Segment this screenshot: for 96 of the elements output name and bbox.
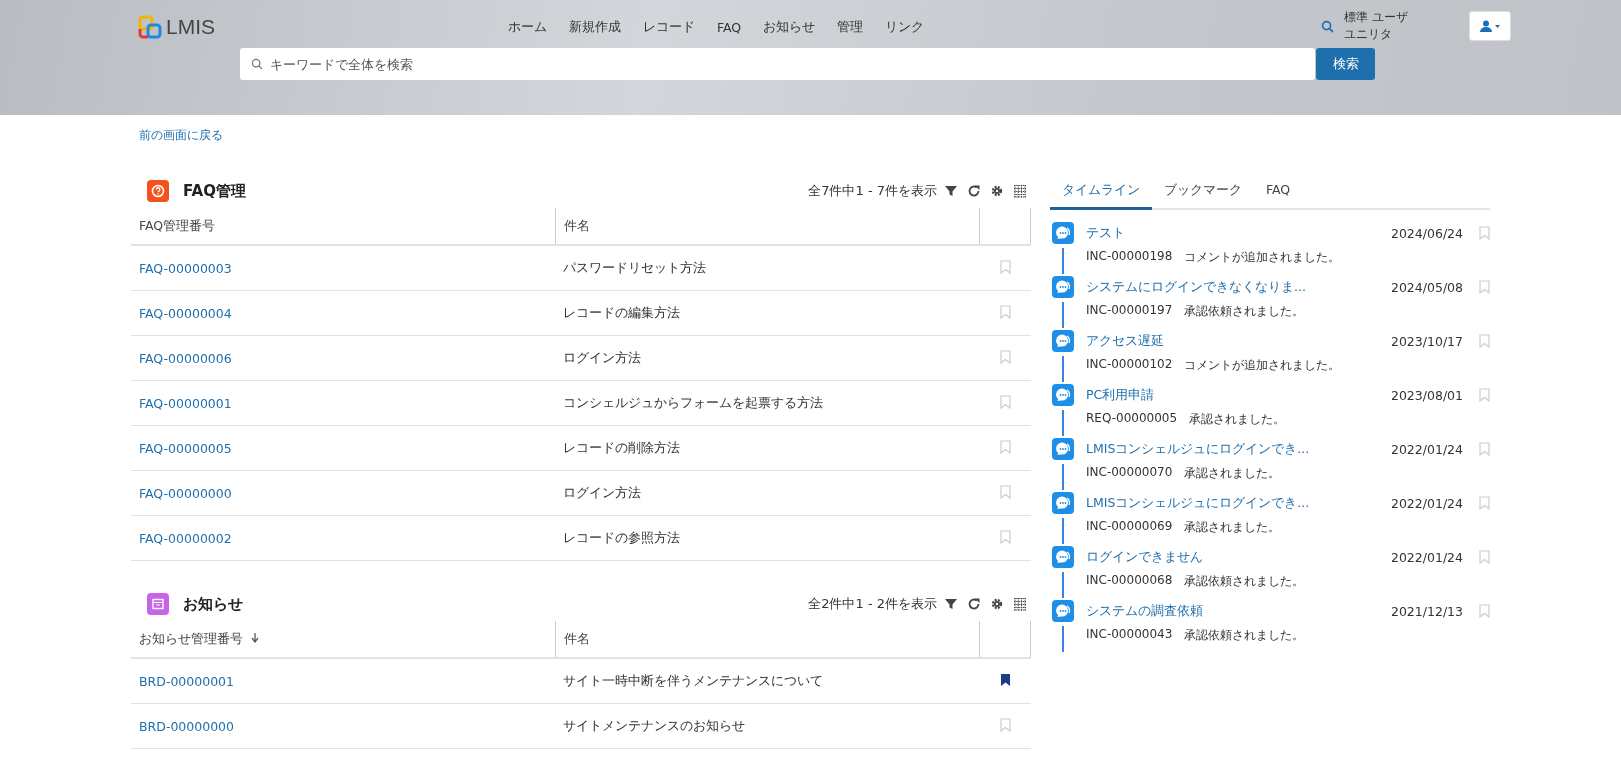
chat-icon (1052, 276, 1074, 298)
user-company: ユニリタ (1344, 26, 1393, 43)
record-number: INC-00000068 (1086, 573, 1173, 589)
nav-link[interactable]: レコード (643, 18, 695, 36)
logo-icon (138, 15, 162, 39)
timeline-date: 2022/01/24 (1390, 441, 1463, 457)
columns-icon[interactable] (1013, 184, 1027, 198)
record-number: INC-00000102 (1086, 357, 1173, 373)
nav-link[interactable]: 新規作成 (569, 18, 621, 36)
record-number: REQ-00000005 (1086, 411, 1178, 427)
record-link[interactable]: FAQ-00000003 (139, 260, 232, 276)
record-link[interactable]: FAQ-00000002 (139, 530, 232, 546)
timeline-message: 承認依頼されました。 (1184, 303, 1305, 320)
timeline-date: 2022/01/24 (1390, 495, 1463, 511)
tab[interactable]: FAQ (1254, 174, 1303, 210)
nav-link[interactable]: 管理 (837, 18, 864, 36)
record-count: 全7件中1 - 7件を表示 (808, 182, 937, 200)
tab[interactable]: ブックマーク (1152, 174, 1254, 210)
timeline-link[interactable]: システムの調査依頼 (1086, 602, 1391, 620)
table-cell: レコードの削除方法 (555, 425, 980, 471)
filter-icon[interactable] (944, 597, 958, 611)
chat-icon (1052, 222, 1074, 244)
record-link[interactable]: FAQ-00000004 (139, 305, 232, 321)
chat-icon (1052, 600, 1074, 622)
column-header[interactable]: FAQ管理番号 (131, 208, 556, 245)
column-header[interactable]: 件名 (555, 208, 980, 245)
timeline-date: 2023/10/17 (1390, 333, 1463, 349)
record-number: INC-00000198 (1086, 249, 1173, 265)
timeline-link[interactable]: アクセス遅延 (1086, 332, 1391, 350)
timeline-link[interactable]: PC利用申請 (1086, 386, 1391, 404)
filter-icon[interactable] (944, 184, 958, 198)
timeline-date: 2023/08/01 (1390, 387, 1463, 403)
timeline-link[interactable]: LMISコンシェルジュにログインでき... (1086, 494, 1391, 512)
record-link[interactable]: FAQ-00000000 (139, 485, 232, 501)
nav-link[interactable]: ホーム (508, 18, 547, 36)
timeline-message: 承認依頼されました。 (1184, 627, 1305, 644)
user-role: 標準 ユーザ (1344, 9, 1409, 26)
chat-icon (1052, 330, 1074, 352)
timeline-date: 2024/06/24 (1390, 225, 1463, 241)
refresh-icon[interactable] (967, 597, 981, 611)
chat-icon (1052, 384, 1074, 406)
record-link[interactable]: BRD-00000001 (139, 673, 235, 689)
search-icon[interactable] (1321, 19, 1334, 33)
chat-icon (1052, 546, 1074, 568)
settings-icon[interactable] (990, 597, 1004, 611)
record-link[interactable]: FAQ-00000005 (139, 440, 232, 456)
table-cell: ログイン方法 (555, 335, 980, 381)
column-header[interactable]: お知らせ管理番号 (131, 621, 556, 658)
timeline-message: 承認されました。 (1184, 519, 1281, 536)
timeline-message: 承認されました。 (1184, 465, 1281, 482)
record-count: 全2件中1 - 2件を表示 (808, 595, 937, 613)
timeline-link[interactable]: システムにログインできなくなりま... (1086, 278, 1391, 296)
timeline-message: 承認依頼されました。 (1184, 573, 1305, 590)
table-cell: レコードの参照方法 (555, 515, 980, 561)
record-number: INC-00000197 (1086, 303, 1173, 319)
timeline-message: 承認されました。 (1189, 411, 1286, 428)
timeline-date: 2024/05/08 (1390, 279, 1463, 295)
table-cell: パスワードリセット方法 (555, 245, 980, 291)
bookmark-icon[interactable] (999, 672, 1011, 687)
chat-icon (1052, 492, 1074, 514)
record-number: INC-00000043 (1086, 627, 1173, 643)
table-cell: サイトメンテナンスのお知らせ (555, 703, 980, 749)
record-link[interactable]: BRD-00000000 (139, 718, 235, 734)
timeline-date: 2021/12/13 (1390, 603, 1463, 619)
user-menu-button[interactable] (1469, 11, 1511, 41)
timeline-message: コメントが追加されました。 (1184, 249, 1341, 266)
logo-text: LMIS (166, 15, 215, 39)
record-number: INC-00000070 (1086, 465, 1173, 481)
back-link[interactable]: 前の画面に戻る (139, 127, 223, 144)
chat-icon (1052, 438, 1074, 460)
nav-link[interactable]: お知らせ (763, 18, 816, 36)
search-button[interactable]: 検索 (1316, 48, 1375, 80)
refresh-icon[interactable] (967, 184, 981, 198)
record-number: INC-00000069 (1086, 519, 1173, 535)
table-cell: サイト一時中断を伴うメンテナンスについて (555, 658, 980, 704)
search-field[interactable]: キーワードで全体を検索 (240, 48, 1315, 80)
timeline-date: 2022/01/24 (1390, 549, 1463, 565)
timeline-link[interactable]: テスト (1086, 224, 1391, 242)
table-cell: ログイン方法 (555, 470, 980, 516)
section-title: FAQ管理 (183, 181, 246, 201)
timeline-link[interactable]: ログインできません (1086, 548, 1391, 566)
timeline-link[interactable]: LMISコンシェルジュにログインでき... (1086, 440, 1391, 458)
timeline-message: コメントが追加されました。 (1184, 357, 1341, 374)
record-link[interactable]: FAQ-00000001 (139, 395, 232, 411)
record-link[interactable]: FAQ-00000006 (139, 350, 232, 366)
column-header[interactable]: 件名 (555, 621, 980, 658)
settings-icon[interactable] (990, 184, 1004, 198)
columns-icon[interactable] (1013, 597, 1027, 611)
table-cell: コンシェルジュからフォームを起票する方法 (555, 380, 980, 426)
tab[interactable]: タイムライン (1050, 174, 1152, 210)
nav-link[interactable]: FAQ (717, 19, 742, 35)
table-cell: レコードの編集方法 (555, 290, 980, 336)
section-title: お知らせ (183, 594, 243, 614)
search-icon (251, 58, 263, 70)
user-icon (1480, 20, 1500, 32)
nav-link[interactable]: リンク (885, 18, 925, 36)
